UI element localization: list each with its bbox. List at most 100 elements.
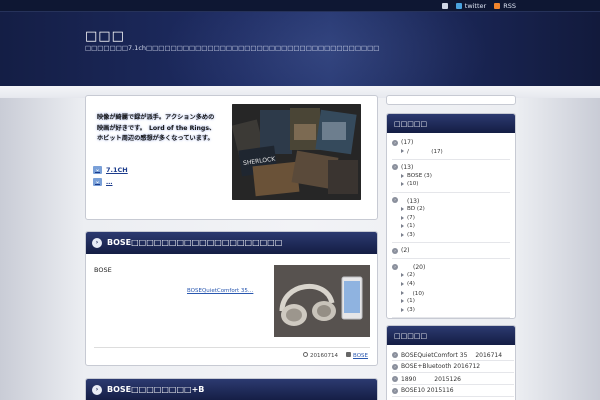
chevron-right-icon: ›: [392, 139, 398, 146]
triangle-right-icon: [401, 307, 404, 312]
post-date-text: 20160714: [310, 353, 339, 359]
category-item[interactable]: › (2): [392, 246, 510, 255]
recent-post-item[interactable]: › 1890 2015126: [392, 373, 514, 385]
category-group: › (13) BD (2) (7) (1) (3): [392, 196, 510, 244]
intro-dvd-photo: SHERLOCK: [232, 104, 361, 200]
intro-line: 映像が綺麗で録が派手。アクション多めの: [97, 114, 215, 121]
triangle-right-icon: [401, 290, 404, 295]
recent-post-item[interactable]: › BOSE10 2015116: [392, 385, 514, 397]
intro-link-label: 7.1CH: [106, 166, 128, 174]
subcategory-label: (10): [407, 181, 419, 188]
post-header: › BOSE□□□□□□□□□□□□□□□□□□□□: [86, 232, 377, 254]
chevron-right-icon: ›: [392, 351, 398, 358]
user-icon: [441, 3, 448, 9]
triangle-right-icon: [401, 207, 404, 212]
subcategory-item[interactable]: BD (2): [392, 205, 510, 214]
intro-link-more[interactable]: ⌄ …: [93, 178, 128, 186]
recent-post-label: BOSEQuietComfort 35 2016714: [401, 352, 503, 359]
top-bar: twitter RSS: [0, 0, 600, 12]
category-label: (13): [401, 197, 420, 205]
category-separator: [392, 258, 510, 260]
post-category[interactable]: BOSE: [346, 352, 368, 359]
categories-header: □□□□□: [387, 114, 515, 133]
recent-post-label: BOSE+Bluetooth 2016712: [401, 363, 481, 370]
category-item[interactable]: › (13): [392, 196, 510, 205]
recent-posts-list: › BOSEQuietComfort 35 2016714 › BOSE+Blueto…: [392, 349, 514, 397]
chevron-down-icon: ⌄: [93, 166, 102, 174]
triangle-right-icon: [401, 282, 404, 287]
intro-link-label: …: [106, 178, 113, 186]
sidebar-top-widget: [386, 95, 516, 105]
twitter-label: twitter: [464, 2, 487, 10]
chevron-right-icon: ›: [392, 263, 398, 270]
subcategory-item[interactable]: (7): [392, 213, 510, 222]
chevron-right-icon: ›: [392, 363, 398, 370]
post-readmore-link[interactable]: BOSEQuietComfort 35…: [187, 288, 253, 294]
intro-line: 映画が好きです。 Lord of the Rings、: [97, 124, 216, 132]
subcategory-item[interactable]: / (17): [392, 147, 510, 156]
subcategory-item[interactable]: (2): [392, 271, 510, 280]
category-label: (2): [401, 247, 410, 255]
subcategory-item[interactable]: (4): [392, 280, 510, 289]
subcategory-item[interactable]: (1): [392, 222, 510, 231]
category-label: (13): [401, 163, 414, 171]
twitter-link[interactable]: twitter: [455, 2, 487, 10]
subcategory-item[interactable]: (3): [392, 231, 510, 240]
subcategory-item[interactable]: (10): [392, 180, 510, 189]
rss-label: RSS: [503, 2, 516, 10]
login-link[interactable]: [441, 3, 448, 9]
category-label: (20): [401, 264, 426, 272]
triangle-right-icon: [401, 232, 404, 237]
subcategory-label: (3): [407, 306, 415, 313]
post-category-text: BOSE: [353, 353, 368, 359]
category-separator: [392, 317, 510, 318]
triangle-right-icon: [401, 273, 404, 278]
subcategory-item[interactable]: BOSE (3): [392, 172, 510, 181]
dvd-collection-image: SHERLOCK: [232, 104, 361, 200]
recent-posts-heading: □□□□□: [394, 332, 428, 340]
site-title[interactable]: □□□: [85, 29, 125, 44]
triangle-right-icon: [401, 224, 404, 229]
post-card-2: › BOSE□□□□□□□□+B: [85, 378, 378, 400]
category-item[interactable]: › (13): [392, 163, 510, 172]
rss-link[interactable]: RSS: [494, 2, 516, 10]
subcategory-label: (1): [407, 298, 415, 305]
category-list: › (17) / (17) › (13) BOSE (3) (10) › (13) BD (2)…: [392, 138, 510, 318]
category-item[interactable]: › (20): [392, 262, 510, 271]
category-group: › (20) (2) (4) (10) (1) (3): [392, 262, 510, 318]
chevron-right-icon: ›: [392, 387, 398, 394]
category-separator: [392, 242, 510, 244]
intro-link-71ch[interactable]: ⌄ 7.1CH: [93, 166, 128, 174]
post-date: 20160714: [303, 352, 338, 359]
subcategory-label: (7): [407, 214, 415, 221]
site-header: □□□ □□□□□□□7.1ch□□□□□□□□□□□□□□□□□□□□□□□□…: [0, 12, 600, 86]
recent-post-item[interactable]: › BOSEQuietComfort 35 2016714: [392, 349, 514, 361]
subcategory-label: (1): [407, 223, 415, 230]
chevron-right-icon: ›: [392, 375, 398, 382]
recent-post-item[interactable]: › BOSE+Bluetooth 2016712: [392, 361, 514, 373]
site-description: □□□□□□□7.1ch□□□□□□□□□□□□□□□□□□□□□□□□□□□□…: [85, 44, 380, 52]
post-divider: [94, 347, 370, 348]
post-header: › BOSE□□□□□□□□+B: [86, 379, 377, 400]
intro-panel: 映像が綺麗で録が派手。アクション多めの 映画が好きです。 Lord of the…: [85, 95, 378, 220]
subcategory-item[interactable]: (1): [392, 297, 510, 306]
recent-post-label: 1890 2015126: [401, 376, 461, 383]
triangle-right-icon: [401, 173, 404, 178]
top-bar-links: twitter RSS: [441, 2, 516, 10]
recent-posts-widget: □□□□□ › BOSEQuietComfort 35 2016714 › BOSE+…: [386, 325, 516, 400]
category-item[interactable]: › (17): [392, 138, 510, 147]
subcategory-item[interactable]: (3): [392, 306, 510, 315]
category-separator: [392, 158, 510, 160]
subcategory-item[interactable]: (10): [392, 288, 510, 297]
post-title[interactable]: BOSE□□□□□□□□□□□□□□□□□□□□: [107, 238, 282, 247]
chevron-right-icon: ›: [392, 247, 398, 254]
category-group: › (2): [392, 246, 510, 260]
chevron-right-icon: ›: [92, 385, 102, 395]
subcategory-label: (3): [407, 231, 415, 238]
category-group: › (13) BOSE (3) (10): [392, 163, 510, 193]
post-title[interactable]: BOSE□□□□□□□□+B: [107, 385, 204, 394]
categories-widget: □□□□□ › (17) / (17) › (13) BOSE (3) (10) › (13)…: [386, 113, 516, 319]
rss-icon: [494, 3, 501, 9]
headphones-photo: [274, 265, 370, 337]
clock-icon: [303, 352, 309, 357]
